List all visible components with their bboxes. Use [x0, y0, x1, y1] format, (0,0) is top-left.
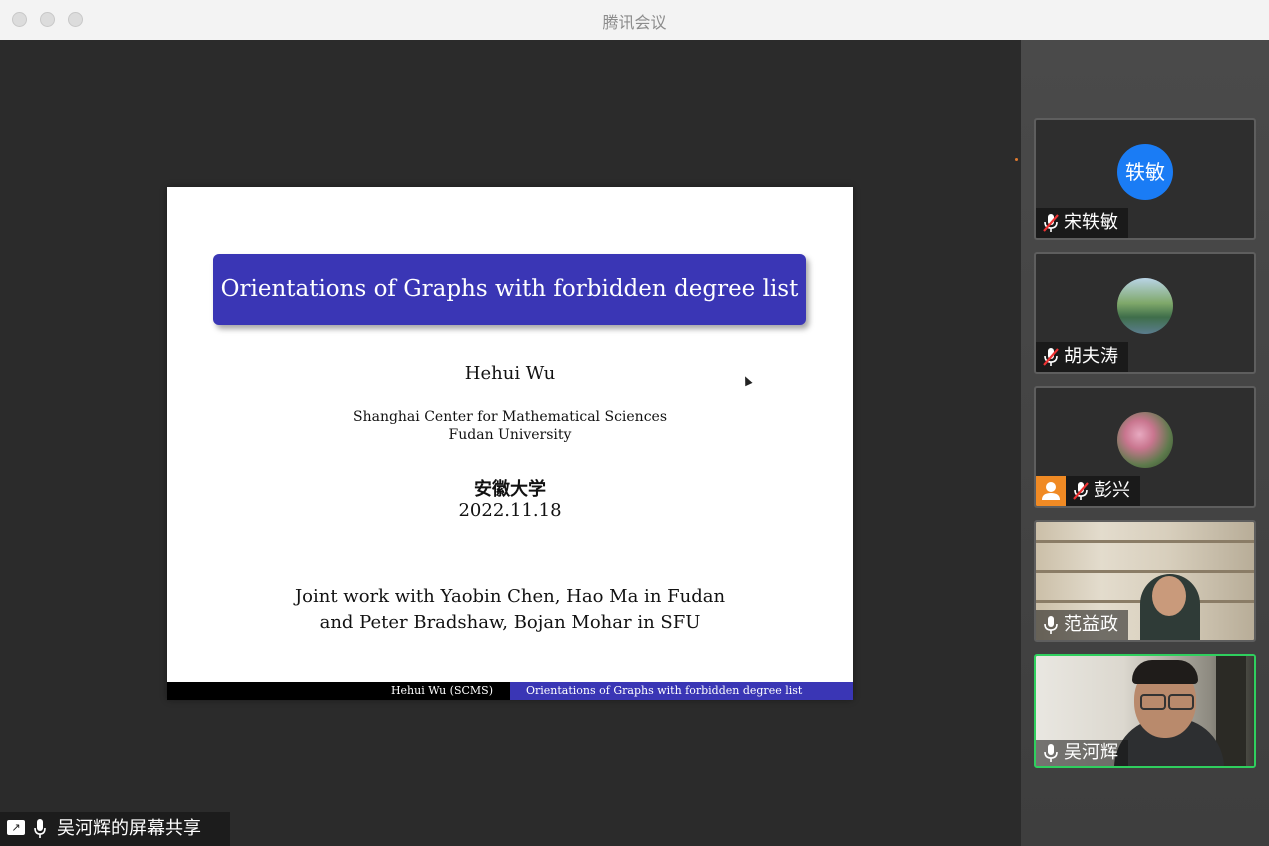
participant-tile[interactable]: 轶敏 宋轶敏 — [1034, 118, 1256, 240]
participant-name-tag: 胡夫涛 — [1036, 342, 1128, 372]
participant-tile-speaking[interactable]: 吴河辉 — [1034, 654, 1256, 768]
window-titlebar: 腾讯会议 — [0, 0, 1269, 41]
slide-title: Orientations of Graphs with forbidden de… — [213, 254, 806, 325]
microphone-icon — [34, 819, 46, 838]
muted-microphone-icon — [1066, 476, 1094, 506]
muted-microphone-icon — [1036, 208, 1064, 238]
slide-footer-left: Hehui Wu (SCMS) — [167, 682, 510, 700]
screen-share-icon: ↗ — [7, 820, 25, 835]
participant-name: 范益政 — [1064, 614, 1118, 635]
slide-affiliation-2: Fudan University — [448, 427, 572, 443]
slide-venue: 安徽大学 — [474, 479, 546, 500]
window-title: 腾讯会议 — [602, 13, 667, 32]
microphone-icon — [1036, 610, 1064, 640]
avatar — [1117, 278, 1173, 334]
muted-microphone-icon — [1036, 342, 1064, 372]
participant-name-tag: 彭兴 — [1036, 476, 1140, 506]
participant-name: 吴河辉 — [1064, 742, 1118, 763]
microphone-icon — [1036, 740, 1064, 766]
screen-share-area: Orientations of Graphs with forbidden de… — [0, 40, 1021, 846]
participant-tile[interactable]: 彭兴 — [1034, 386, 1256, 508]
participant-name-tag: 吴河辉 — [1036, 740, 1128, 766]
screen-share-text: 吴河辉的屏幕共享 — [57, 818, 201, 839]
participant-name: 彭兴 — [1094, 480, 1130, 501]
participant-tile[interactable]: 胡夫涛 — [1034, 252, 1256, 374]
participant-name-tag: 宋轶敏 — [1036, 208, 1128, 238]
indicator-dot — [1015, 158, 1018, 161]
screen-share-label: ↗ 吴河辉的屏幕共享 — [0, 812, 230, 846]
participant-name: 胡夫涛 — [1064, 346, 1118, 367]
slide-affiliation-1: Shanghai Center for Mathematical Science… — [352, 409, 667, 425]
slide-joint-work-2: and Peter Bradshaw, Bojan Mohar in SFU — [319, 612, 701, 633]
person-icon — [1036, 476, 1066, 506]
slide-footer-right: Orientations of Graphs with forbidden de… — [510, 682, 853, 700]
slide-date: 2022.11.18 — [458, 500, 562, 521]
slide-joint-work-1: Joint work with Yaobin Chen, Hao Ma in F… — [294, 586, 726, 607]
participant-tile[interactable]: 范益政 — [1034, 520, 1256, 642]
presentation-slide: Orientations of Graphs with forbidden de… — [167, 187, 853, 700]
participant-name-tag: 范益政 — [1036, 610, 1128, 640]
participant-name: 宋轶敏 — [1064, 212, 1118, 233]
avatar — [1117, 412, 1173, 468]
slide-footer: Hehui Wu (SCMS) Orientations of Graphs w… — [167, 682, 853, 700]
avatar: 轶敏 — [1117, 144, 1173, 200]
